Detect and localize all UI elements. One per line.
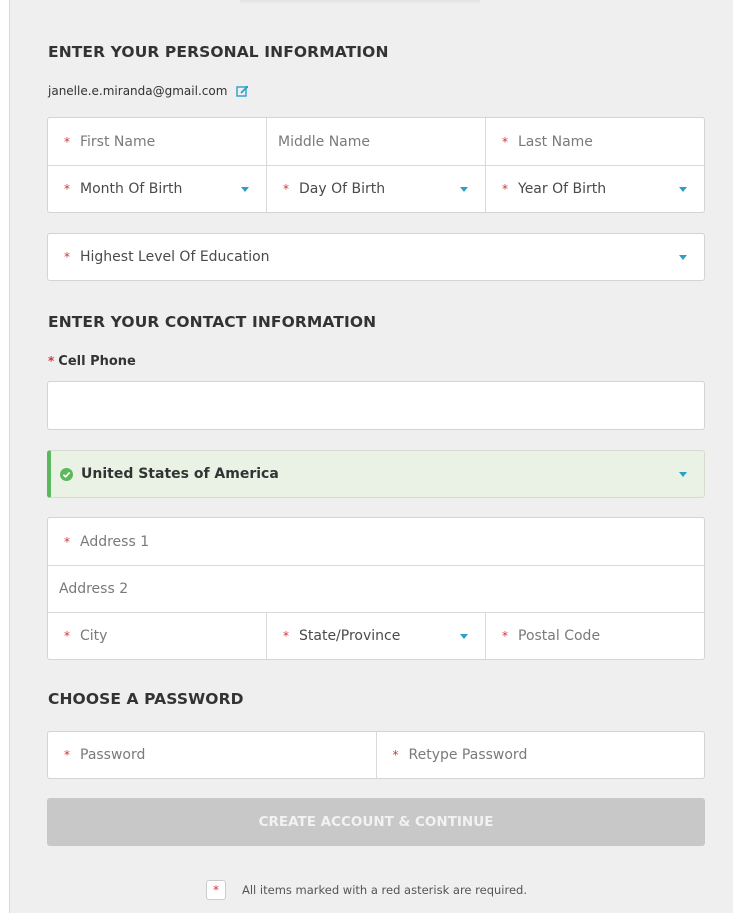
chevron-down-icon [679, 187, 687, 192]
day-of-birth-label: Day Of Birth [299, 181, 386, 197]
month-of-birth-select[interactable]: * Month Of Birth [48, 166, 266, 212]
required-asterisk: * [64, 250, 70, 264]
contact-info-heading: ENTER YOUR CONTACT INFORMATION [48, 313, 377, 331]
country-select[interactable]: United States of America [47, 450, 705, 498]
address2-field[interactable]: Address 2 [48, 566, 704, 612]
required-asterisk: * [502, 182, 508, 196]
required-asterisk: * [48, 354, 55, 368]
last-name-field[interactable]: * Last Name [485, 118, 704, 165]
last-name-placeholder: Last Name [518, 133, 593, 150]
postal-code-placeholder: Postal Code [518, 628, 601, 644]
required-asterisk: * [64, 748, 70, 762]
state-label: State/Province [299, 628, 401, 644]
name-birth-group: * First Name Middle Name * Last Name * M… [47, 117, 705, 213]
header-shadow [240, 0, 480, 4]
country-label: United States of America [81, 466, 279, 482]
address-group: * Address 1 Address 2 * City * State/Pro… [47, 517, 705, 660]
cell-phone-label: * Cell Phone [48, 354, 136, 369]
email-text: janelle.e.miranda@gmail.com [48, 84, 228, 98]
chevron-down-icon [460, 634, 468, 639]
retype-password-placeholder: Retype Password [408, 747, 528, 763]
required-asterisk: * [283, 629, 289, 643]
footnote-text: All items marked with a red asterisk are… [242, 883, 528, 897]
city-placeholder: City [80, 628, 108, 644]
city-field[interactable]: * City [48, 613, 266, 659]
day-of-birth-select[interactable]: * Day Of Birth [266, 166, 485, 212]
month-of-birth-label: Month Of Birth [80, 181, 183, 197]
required-asterisk: * [283, 182, 289, 196]
password-field[interactable]: * Password [48, 732, 376, 778]
cell-phone-input[interactable] [48, 382, 704, 429]
check-circle-icon [60, 467, 73, 481]
required-asterisk: * [64, 629, 70, 643]
email-row: janelle.e.miranda@gmail.com [48, 84, 249, 98]
education-select-box: * Highest Level Of Education [47, 233, 705, 281]
postal-code-field[interactable]: * Postal Code [485, 613, 704, 659]
first-name-placeholder: First Name [80, 133, 156, 150]
required-footnote: * All items marked with a red asterisk a… [206, 880, 527, 900]
middle-name-field[interactable]: Middle Name [266, 118, 485, 165]
required-asterisk: * [64, 134, 70, 149]
education-label: Highest Level Of Education [80, 249, 270, 265]
middle-name-placeholder: Middle Name [278, 133, 370, 150]
required-asterisk: * [502, 134, 508, 149]
year-of-birth-select[interactable]: * Year Of Birth [485, 166, 704, 212]
chevron-down-icon [679, 255, 687, 260]
asterisk-icon: * [206, 880, 226, 900]
edit-icon[interactable] [236, 85, 249, 98]
cell-phone-box [47, 381, 705, 430]
chevron-down-icon [241, 187, 249, 192]
required-asterisk: * [64, 182, 70, 196]
personal-info-heading: ENTER YOUR PERSONAL INFORMATION [48, 43, 389, 61]
first-name-field[interactable]: * First Name [48, 118, 266, 165]
state-select[interactable]: * State/Province [266, 613, 485, 659]
registration-form: ENTER YOUR PERSONAL INFORMATION janelle.… [9, 0, 733, 913]
password-group: * Password * Retype Password [47, 731, 705, 779]
required-asterisk: * [502, 629, 508, 643]
cell-phone-label-text: Cell Phone [58, 354, 136, 369]
address2-placeholder: Address 2 [59, 581, 129, 597]
address1-field[interactable]: * Address 1 [48, 518, 704, 565]
required-asterisk: * [64, 534, 70, 549]
chevron-down-icon [460, 187, 468, 192]
required-asterisk: * [392, 748, 399, 762]
education-select[interactable]: * Highest Level Of Education [48, 234, 704, 280]
password-heading: CHOOSE A PASSWORD [48, 690, 244, 708]
chevron-down-icon [679, 472, 687, 477]
address1-placeholder: Address 1 [80, 533, 150, 550]
password-placeholder: Password [80, 747, 146, 763]
retype-password-field[interactable]: * Retype Password [375, 732, 705, 778]
create-account-button[interactable]: CREATE ACCOUNT & CONTINUE [47, 798, 705, 846]
year-of-birth-label: Year Of Birth [518, 181, 607, 197]
